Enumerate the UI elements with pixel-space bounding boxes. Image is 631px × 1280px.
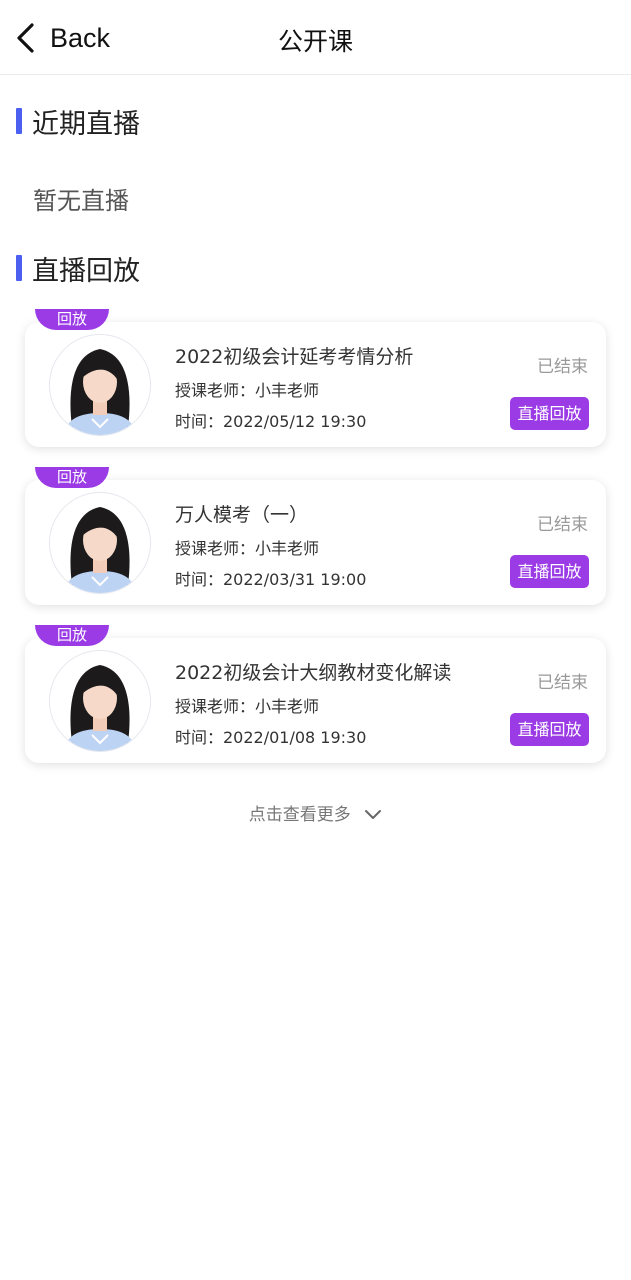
load-more-button[interactable]: 点击查看更多 [0, 800, 631, 825]
replay-tag: 回放 [35, 625, 109, 646]
teacher-name: 授课老师：小丰老师 [175, 697, 320, 716]
section-live-heading: 近期直播 [16, 106, 140, 140]
course-time: 时间：2022/03/31 19:00 [175, 570, 367, 589]
section-replay-title: 直播回放 [32, 255, 140, 287]
no-live-text: 暂无直播 [33, 187, 129, 215]
section-accent-bar [16, 255, 22, 281]
teacher-avatar [49, 334, 151, 436]
course-title: 万人模考（一） [175, 504, 309, 526]
course-time: 时间：2022/01/08 19:30 [175, 728, 367, 747]
course-time: 时间：2022/05/12 19:30 [175, 412, 367, 431]
chevron-down-icon [365, 810, 382, 819]
status-text: 已结束 [537, 515, 588, 535]
teacher-avatar [49, 492, 151, 594]
course-title: 2022初级会计大纲教材变化解读 [175, 662, 452, 684]
section-live-title: 近期直播 [32, 108, 140, 140]
top-bar: Back 公开课 [0, 0, 631, 75]
replay-card[interactable]: 回放 万人模考（一） 授课老师：小丰老师 时间：2022/03/31 19:00… [25, 467, 606, 605]
page-title: 公开课 [277, 27, 353, 56]
teacher-avatar [49, 650, 151, 752]
section-replay-heading: 直播回放 [16, 253, 140, 287]
watch-replay-button[interactable]: 直播回放 [510, 713, 589, 746]
status-text: 已结束 [537, 673, 588, 693]
replay-tag: 回放 [35, 309, 109, 330]
course-title: 2022初级会计延考考情分析 [175, 346, 414, 368]
status-text: 已结束 [537, 357, 588, 377]
replay-card[interactable]: 回放 2022初级会计延考考情分析 授课老师：小丰老师 时间：2022/05/1… [25, 309, 606, 447]
teacher-name: 授课老师：小丰老师 [175, 381, 320, 400]
section-accent-bar [16, 108, 22, 134]
replay-tag: 回放 [35, 467, 109, 488]
teacher-name: 授课老师：小丰老师 [175, 539, 320, 558]
replay-card[interactable]: 回放 2022初级会计大纲教材变化解读 授课老师：小丰老师 时间：2022/01… [25, 625, 606, 763]
watch-replay-button[interactable]: 直播回放 [510, 397, 589, 430]
watch-replay-button[interactable]: 直播回放 [510, 555, 589, 588]
load-more-label: 点击查看更多 [248, 805, 351, 825]
